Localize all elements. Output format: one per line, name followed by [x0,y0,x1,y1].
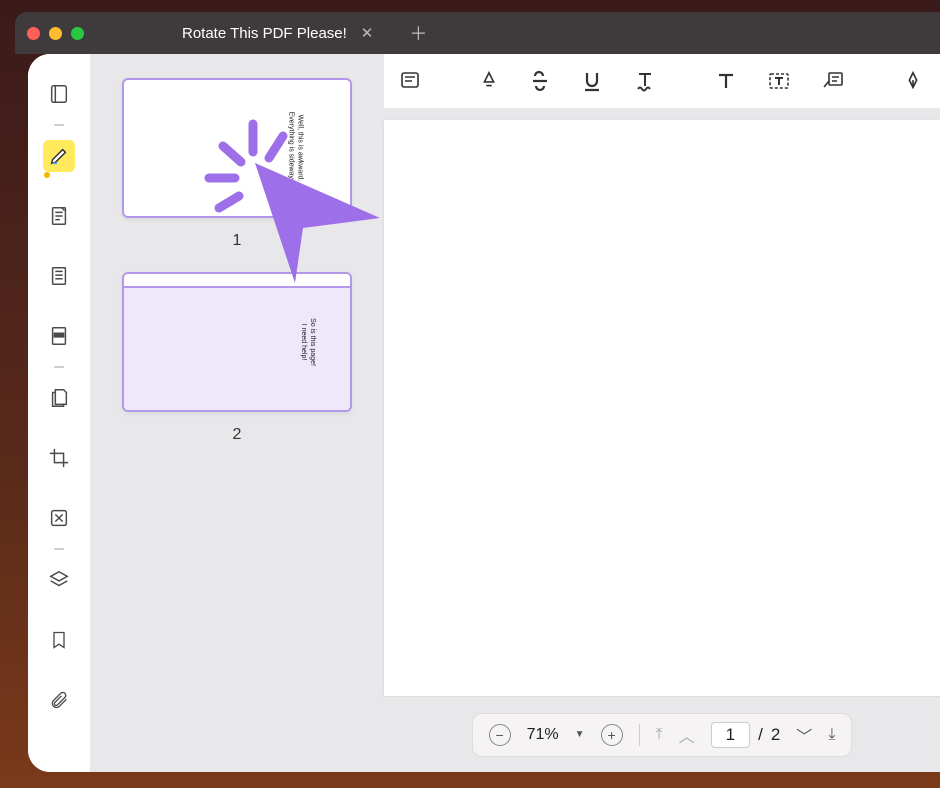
thumb-text: Well, this is awkward. Everything is sid… [287,112,305,185]
zoom-in-button[interactable]: + [601,724,623,746]
strikethrough-icon[interactable] [528,67,552,95]
rail-separator [54,124,64,126]
pages-icon[interactable] [43,382,75,414]
active-indicator-dot [44,172,50,178]
highlighter-icon[interactable] [478,67,500,95]
zoom-page-controls: − 71% ▼ + ⤒ ︿ 1 / 2 ﹀ ⤓ [472,713,853,757]
highlight-icon[interactable] [43,140,75,172]
next-page-icon[interactable]: ﹀ [796,723,812,747]
total-pages: 2 [771,725,780,745]
thumbnails-icon[interactable] [43,78,75,110]
thumbnail-panel: Well, this is awkward. Everything is sid… [90,54,384,772]
thumb-label: 1 [122,232,352,250]
crop-icon[interactable] [43,442,75,474]
page-canvas [384,120,940,696]
pen-icon[interactable] [902,67,924,95]
thumb-label: 2 [122,426,352,444]
outline-icon[interactable] [43,260,75,292]
page-separator: / [758,725,763,745]
annotation-toolbar [384,54,940,108]
zoom-out-button[interactable]: − [489,724,511,746]
layers-icon[interactable] [43,564,75,596]
rail-separator [54,548,64,550]
attachment-icon[interactable] [43,684,75,716]
page-thumbnail-2[interactable]: So is this page! I need help! [122,272,352,412]
separator [639,724,640,746]
current-page[interactable]: 1 [711,722,750,748]
document-viewport[interactable] [384,108,940,696]
squiggly-icon[interactable] [632,67,658,95]
new-tab-button[interactable]: ＋ [409,20,427,46]
app-shell: Well, this is awkward. Everything is sid… [28,54,940,772]
traffic-lights [27,27,84,40]
status-bar: − 71% ▼ + ⤒ ︿ 1 / 2 ﹀ ⤓ [384,696,940,772]
thumb-text: So is this page! I need help! [299,318,317,366]
notes-icon[interactable] [43,200,75,232]
underline-icon[interactable] [580,67,604,95]
minimize-window-button[interactable] [49,27,62,40]
title-bar: Rotate This PDF Please! ✕ ＋ [15,12,940,54]
callout-icon[interactable] [820,67,846,95]
rail-separator [54,366,64,368]
first-page-icon[interactable]: ⤒ [656,726,663,744]
page-indicator: 1 / 2 [711,722,781,748]
compare-icon[interactable] [43,502,75,534]
textbox-icon[interactable] [766,67,792,95]
zoom-dropdown-icon[interactable]: ▼ [575,729,585,740]
side-rail [28,54,90,772]
last-page-icon[interactable]: ⤓ [828,726,835,744]
page-thumbnail-1[interactable]: Well, this is awkward. Everything is sid… [122,78,352,218]
document-tab[interactable]: Rotate This PDF Please! ✕ [164,12,391,54]
annotate-icon[interactable] [398,67,422,95]
bookmark-icon[interactable] [43,624,75,656]
close-window-button[interactable] [27,27,40,40]
prev-page-icon[interactable]: ︿ [679,723,695,747]
tab-title: Rotate This PDF Please! [182,25,347,42]
redact-icon[interactable] [43,320,75,352]
maximize-window-button[interactable] [71,27,84,40]
zoom-value: 71% [527,726,559,744]
text-icon[interactable] [714,67,738,95]
close-tab-icon[interactable]: ✕ [361,24,374,42]
